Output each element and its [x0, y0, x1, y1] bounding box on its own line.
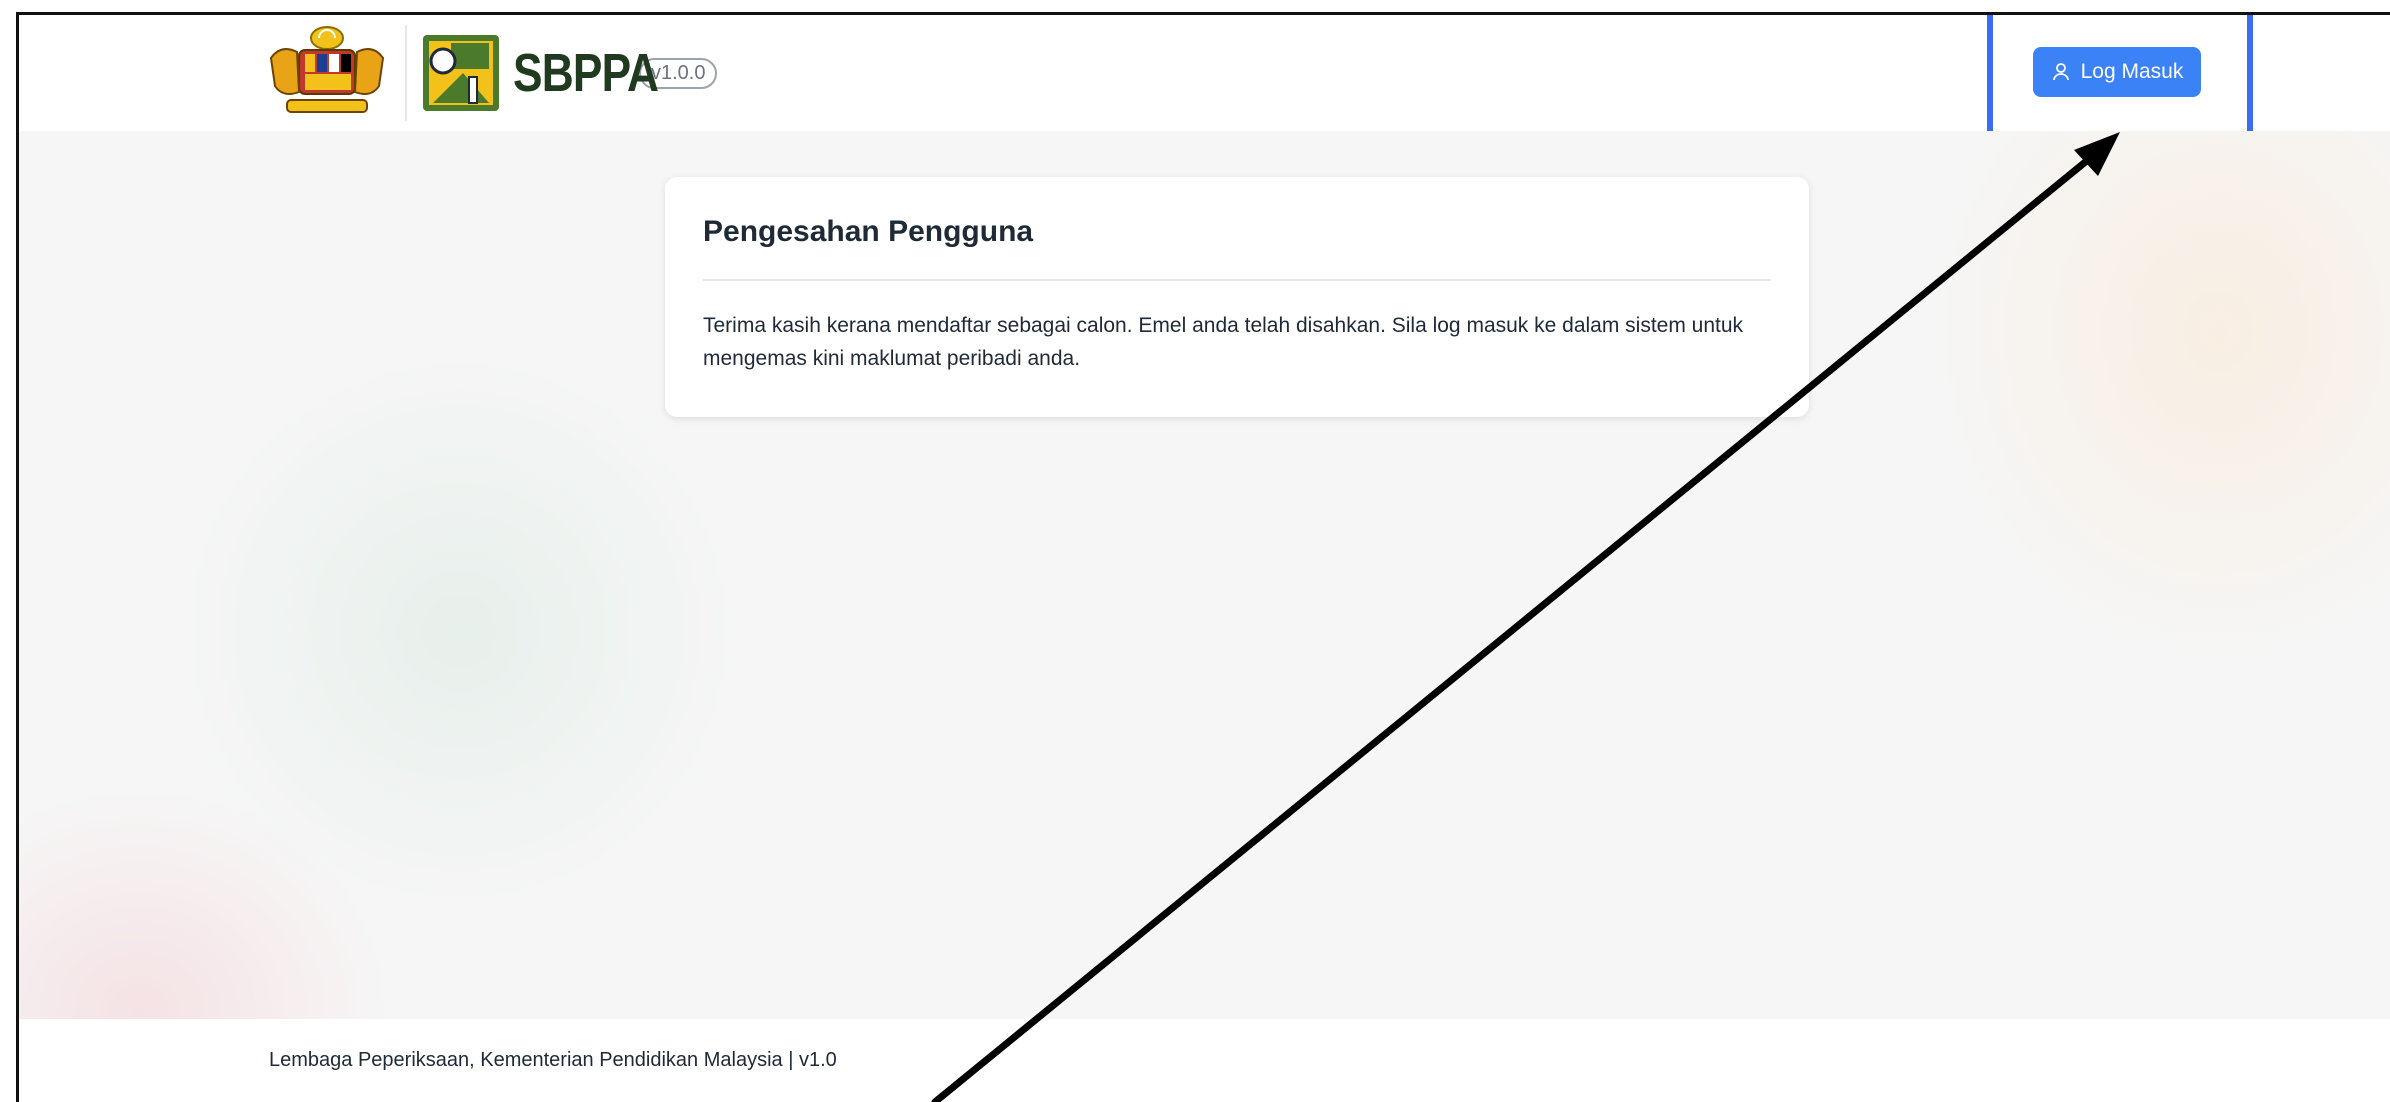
coat-of-arms-icon: [269, 26, 385, 113]
card-title: Pengesahan Pengguna: [703, 215, 1034, 248]
brand-divider: [405, 25, 407, 121]
top-header: SBPPA v1.0.0 Log Masuk: [19, 15, 2390, 137]
app-window: SBPPA v1.0.0 Log Masuk Pengesahan Penggu…: [16, 12, 2390, 1102]
login-button[interactable]: Log Masuk: [2033, 47, 2201, 97]
card-divider: [703, 279, 1771, 281]
footer-text: Lembaga Peperiksaan, Kementerian Pendidi…: [269, 1049, 837, 1071]
brand: SBPPA v1.0.0: [265, 23, 718, 123]
card-message: Terima kasih kerana mendaftar sebagai ca…: [703, 314, 1744, 370]
main-content: Pengesahan Pengguna Terima kasih kerana …: [19, 131, 2390, 1019]
verification-card: Pengesahan Pengguna Terima kasih kerana …: [665, 177, 1809, 417]
sbppa-logo-icon: [423, 35, 499, 111]
page-footer: Lembaga Peperiksaan, Kementerian Pendidi…: [19, 1019, 2390, 1102]
user-icon: [2052, 63, 2069, 81]
login-button-label: Log Masuk: [2080, 60, 2184, 83]
app-name: SBPPA: [513, 43, 659, 103]
